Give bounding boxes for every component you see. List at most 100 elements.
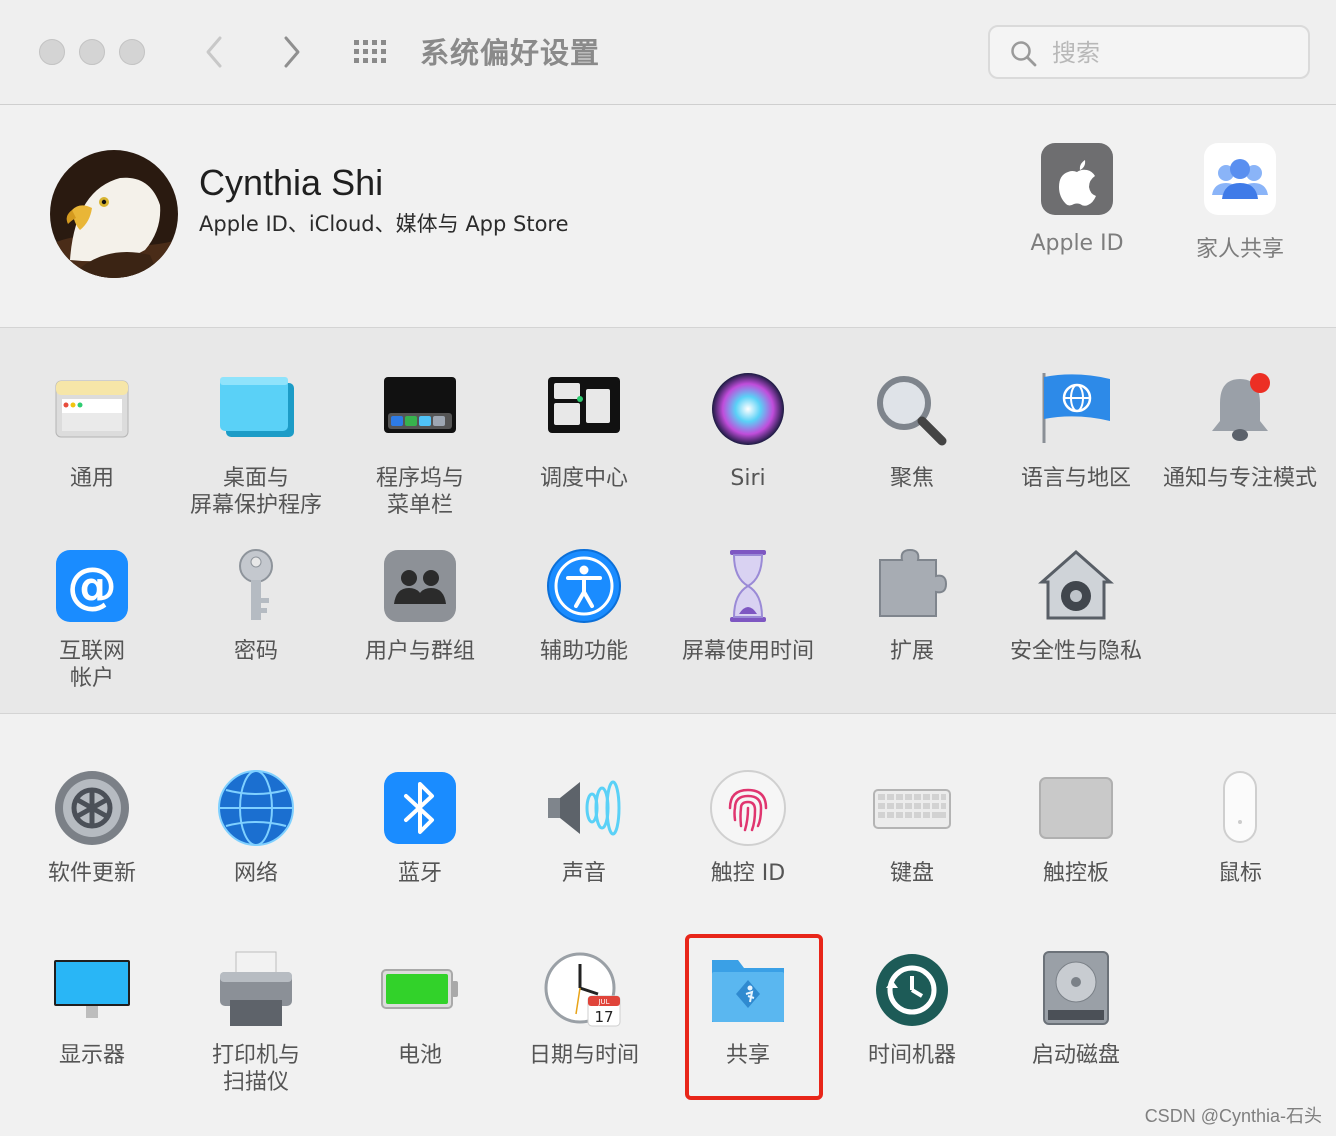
pref-label: 软件更新	[47, 861, 136, 886]
pref-trackpad[interactable]: 触控板	[994, 768, 1158, 887]
trackpad-icon	[1036, 768, 1116, 848]
pref-bluetooth[interactable]: 蓝牙	[338, 768, 502, 887]
pref-label: 桌面与 屏幕保护程序	[189, 466, 322, 518]
pref-label: 用户与群组	[364, 639, 475, 664]
pref-mouse[interactable]: 鼠标	[1158, 768, 1322, 887]
apple-id-pref[interactable]: Apple ID	[1007, 143, 1147, 256]
title-bar: 系统偏好设置	[0, 0, 1336, 105]
calendar-month: JUL	[597, 998, 609, 1006]
pref-label: 鼠标	[1217, 861, 1262, 886]
pref-spotlight[interactable]: 聚焦	[830, 373, 994, 492]
pref-sound[interactable]: 声音	[502, 768, 666, 887]
pref-software-update[interactable]: 软件更新	[10, 768, 174, 887]
pref-label: 屏幕使用时间	[681, 639, 814, 664]
calendar-day: 17	[594, 1008, 613, 1026]
language-region-icon	[1036, 373, 1116, 453]
pref-passwords[interactable]: 密码	[174, 546, 338, 665]
svg-text:@: @	[67, 557, 117, 615]
security-privacy-icon	[1036, 546, 1116, 626]
family-sharing-icon	[1204, 143, 1276, 215]
pref-label: 程序坞与 菜单栏	[375, 466, 464, 518]
pref-label: 日期与时间	[528, 1043, 639, 1068]
pref-screen-time[interactable]: 屏幕使用时间	[666, 546, 830, 665]
pref-label: 辅助功能	[539, 639, 628, 664]
pref-siri[interactable]: Siri	[666, 373, 830, 492]
pref-date-time[interactable]: JUL 17 日期与时间	[502, 950, 666, 1069]
forward-icon[interactable]	[278, 32, 304, 72]
pref-language-region[interactable]: 语言与地区	[994, 373, 1158, 492]
notifications-icon	[1200, 373, 1280, 453]
pref-label: 聚焦	[889, 466, 934, 491]
pref-general[interactable]: 通用	[10, 373, 174, 492]
spotlight-icon	[872, 373, 952, 453]
pref-time-machine[interactable]: 时间机器	[830, 950, 994, 1069]
pref-desktop-screensaver[interactable]: 桌面与 屏幕保护程序	[174, 373, 338, 519]
mouse-icon	[1200, 768, 1280, 848]
internet-accounts-icon: @	[52, 546, 132, 626]
pref-keyboard[interactable]: 键盘	[830, 768, 994, 887]
pref-label: 安全性与隐私	[1009, 639, 1142, 664]
pref-extensions[interactable]: 扩展	[830, 546, 994, 665]
pref-mission-control[interactable]: 调度中心	[502, 373, 666, 492]
pref-dock-menubar[interactable]: 程序坞与 菜单栏	[338, 373, 502, 519]
pref-touch-id[interactable]: 触控 ID	[666, 768, 830, 887]
family-sharing-pref[interactable]: 家人共享	[1170, 143, 1310, 263]
eagle-avatar-icon	[50, 150, 178, 278]
pref-security-privacy[interactable]: 安全性与隐私	[994, 546, 1158, 665]
pref-label: 蓝牙	[397, 861, 442, 886]
accessibility-icon	[544, 546, 624, 626]
pref-internet-accounts[interactable]: @ 互联网 帐户	[10, 546, 174, 692]
zoom-window-button[interactable]	[119, 39, 145, 65]
pref-label: 网络	[233, 861, 278, 886]
pref-label: 通用	[69, 466, 114, 491]
pref-startup-disk[interactable]: 启动磁盘	[994, 950, 1158, 1069]
search-field[interactable]	[988, 25, 1310, 79]
family-sharing-label: 家人共享	[1195, 237, 1284, 262]
minimize-window-button[interactable]	[79, 39, 105, 65]
pref-label: 打印机与 扫描仪	[211, 1043, 300, 1095]
pref-displays[interactable]: 显示器	[10, 950, 174, 1069]
pref-label: 时间机器	[867, 1043, 956, 1068]
pref-battery[interactable]: 电池	[338, 950, 502, 1069]
pref-label: 语言与地区	[1020, 466, 1131, 491]
apple-id-icon	[1041, 143, 1113, 215]
pref-printers-scanners[interactable]: 打印机与 扫描仪	[174, 950, 338, 1096]
pref-label: 通知与专注模式	[1162, 466, 1317, 491]
sound-icon	[544, 768, 624, 848]
close-window-button[interactable]	[39, 39, 65, 65]
passwords-icon	[216, 546, 296, 626]
pref-label: 扩展	[889, 639, 934, 664]
apple-id-label: Apple ID	[1030, 231, 1124, 256]
apple-id-section: Cynthia Shi Apple ID、iCloud、媒体与 App Stor…	[0, 105, 1336, 328]
desktop-screensaver-icon	[216, 373, 296, 453]
pref-label: 显示器	[58, 1043, 125, 1068]
search-icon	[1011, 41, 1037, 67]
pref-label: 调度中心	[539, 466, 628, 491]
pref-label: 启动磁盘	[1031, 1043, 1120, 1068]
search-input[interactable]	[1050, 35, 1294, 71]
avatar[interactable]	[50, 150, 178, 278]
back-icon[interactable]	[202, 32, 228, 72]
show-all-grid-icon[interactable]	[352, 38, 392, 66]
pref-label: 互联网 帐户	[58, 639, 125, 691]
sharing-highlight-box	[685, 934, 823, 1100]
network-icon	[216, 768, 296, 848]
pref-label: 键盘	[889, 861, 934, 886]
mission-control-icon	[544, 373, 624, 453]
software-update-icon	[52, 768, 132, 848]
pref-notifications[interactable]: 通知与专注模式	[1158, 373, 1322, 492]
pref-users-groups[interactable]: 用户与群组	[338, 546, 502, 665]
printers-scanners-icon	[216, 950, 296, 1030]
extensions-icon	[872, 546, 952, 626]
window-title: 系统偏好设置	[420, 36, 601, 70]
date-time-icon: JUL 17	[544, 950, 624, 1030]
keyboard-icon	[872, 768, 952, 848]
users-groups-icon	[380, 546, 460, 626]
general-icon	[52, 373, 132, 453]
battery-icon	[380, 950, 460, 1030]
pref-accessibility[interactable]: 辅助功能	[502, 546, 666, 665]
pref-network[interactable]: 网络	[174, 768, 338, 887]
dock-menubar-icon	[380, 373, 460, 453]
system-preferences-window: 系统偏好设置 Cynthia Shi Apple ID、iCloud、媒	[0, 0, 1336, 1136]
pref-label: Siri	[730, 466, 766, 491]
